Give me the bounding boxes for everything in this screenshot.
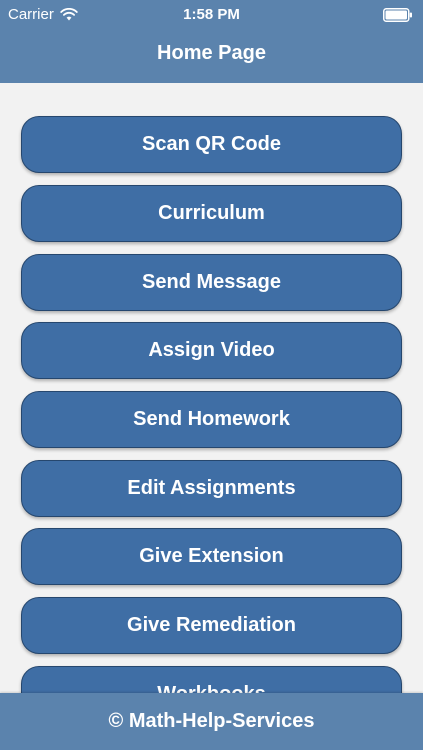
- give-extension-button[interactable]: Give Extension: [21, 528, 402, 585]
- scan-qr-code-button[interactable]: Scan QR Code: [21, 116, 402, 173]
- footer-copyright: © Math-Help-Services: [0, 693, 423, 750]
- send-message-button[interactable]: Send Message: [21, 254, 402, 311]
- edit-assignments-button[interactable]: Edit Assignments: [21, 460, 402, 517]
- workbooks-button[interactable]: Workbooks: [21, 666, 402, 693]
- battery-icon: [383, 8, 412, 22]
- assign-video-button[interactable]: Assign Video: [21, 322, 402, 379]
- curriculum-button[interactable]: Curriculum: [21, 185, 402, 242]
- status-time: 1:58 PM: [183, 6, 240, 23]
- screen: Carrier 1:58 PM Home Page Scan QR Code C…: [0, 0, 423, 750]
- top-bar: Carrier 1:58 PM Home Page: [0, 0, 423, 83]
- send-homework-button[interactable]: Send Homework: [21, 391, 402, 448]
- status-bar: Carrier 1:58 PM: [0, 0, 423, 30]
- give-remediation-button[interactable]: Give Remediation: [21, 597, 402, 654]
- menu-list: Scan QR Code Curriculum Send Message Ass…: [0, 83, 423, 693]
- page-title: Home Page: [157, 42, 266, 64]
